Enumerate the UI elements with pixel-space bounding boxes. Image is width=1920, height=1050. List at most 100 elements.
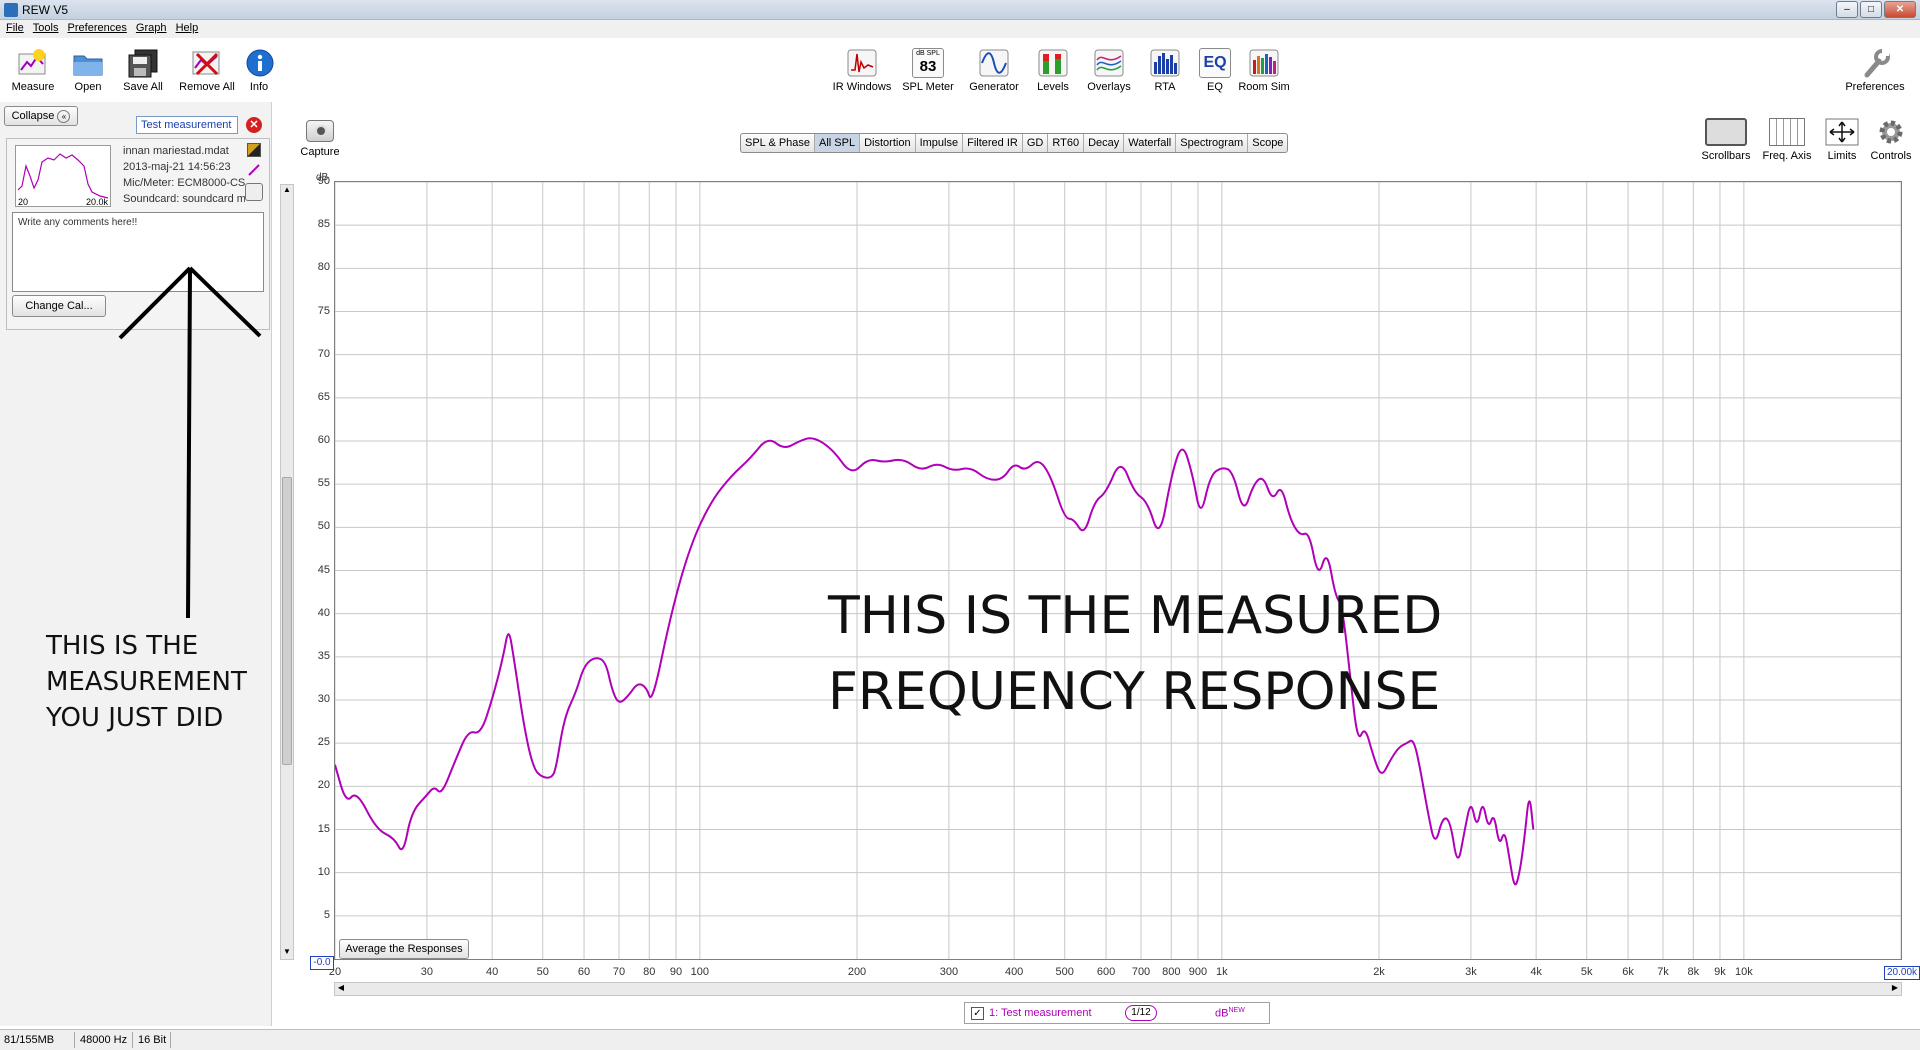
x-tick-label: 50 [536, 966, 549, 978]
tab-all-spl[interactable]: All SPL [815, 134, 861, 152]
scroll-right-icon[interactable]: ▶ [1889, 983, 1901, 995]
y-tick-label: 30 [317, 693, 330, 705]
freq-axis-button[interactable]: Freq. Axis [1758, 118, 1816, 162]
limits-button[interactable]: Limits [1822, 118, 1862, 162]
preferences-button[interactable]: Preferences [1842, 48, 1908, 93]
legend-series-name[interactable]: 1: Test measurement [989, 1007, 1092, 1019]
room-sim-button[interactable]: Room Sim [1238, 48, 1290, 93]
scroll-down-icon[interactable]: ▼ [281, 947, 293, 959]
tab-impulse[interactable]: Impulse [916, 134, 964, 152]
pen-icon[interactable] [247, 163, 261, 177]
menu-file[interactable]: File [3, 20, 27, 36]
spl-meter-icon: dB SPL 83 [912, 48, 944, 78]
graph-tabs: SPL & Phase All SPL Distortion Impulse F… [740, 133, 1289, 153]
y-tick-label: 50 [317, 520, 330, 533]
x-tick-label: 60 [577, 966, 591, 978]
y-tick-label: 85 [317, 218, 330, 231]
spl-meter-button[interactable]: dB SPL 83 SPL Meter [900, 48, 956, 93]
tab-distortion[interactable]: Distortion [860, 134, 916, 152]
info-button[interactable]: Info [244, 48, 274, 93]
y-tick-label: 80 [317, 261, 330, 274]
eq-button[interactable]: EQ EQ [1198, 48, 1232, 93]
tab-scope[interactable]: Scope [1248, 134, 1287, 152]
tab-spectrogram[interactable]: Spectrogram [1176, 134, 1249, 152]
change-cal-button[interactable]: Change Cal... [12, 295, 106, 317]
y-tick-label: 55 [317, 477, 330, 490]
status-memory: 81/155MB [4, 1034, 55, 1046]
close-button[interactable]: ✕ [1884, 1, 1916, 18]
measurement-mic: Mic/Meter: ECM8000-CS.cal [123, 177, 245, 189]
generator-button[interactable]: Generator [966, 48, 1022, 93]
vertical-scrollbar[interactable]: ▲ ▼ [280, 184, 294, 960]
tab-filtered-ir[interactable]: Filtered IR [963, 134, 1023, 152]
spl-graph-canvas [335, 182, 1901, 959]
window-title: REW V5 [22, 3, 69, 17]
x-tick-label: 30 [420, 966, 434, 978]
ir-windows-button[interactable]: IR Windows [832, 48, 892, 93]
x-tick-label: 400 [1004, 966, 1024, 978]
ir-windows-icon [846, 48, 878, 78]
menu-graph[interactable]: Graph [133, 20, 170, 36]
y-tick-label: 40 [317, 606, 330, 619]
menu-tools[interactable]: Tools [30, 20, 62, 36]
menu-preferences[interactable]: Preferences [65, 20, 130, 36]
main-toolbar: Measure Open Save All Remove All Info IR… [0, 38, 1920, 102]
collapse-button[interactable]: Collapse « [4, 106, 78, 126]
measurement-file: innan mariestad.mdat [123, 145, 229, 157]
minimize-button[interactable]: – [1836, 1, 1858, 18]
x-tick-label: 600 [1096, 966, 1116, 978]
measure-button[interactable]: Measure [8, 48, 58, 93]
annotation-left: THIS IS THE MEASUREMENT YOU JUST DID [46, 631, 247, 733]
wrench-icon [1859, 48, 1891, 78]
legend-smoothing[interactable]: 1/12 [1125, 1005, 1157, 1021]
x-tick-label: 200 [847, 966, 867, 978]
x-start-readout[interactable]: -0.0 [310, 956, 334, 970]
delete-measurement-icon[interactable]: ✕ [246, 117, 262, 133]
levels-button[interactable]: Levels [1032, 48, 1074, 93]
tab-rt60[interactable]: RT60 [1048, 134, 1085, 152]
capture-button[interactable]: Capture [298, 120, 342, 158]
scroll-up-icon[interactable]: ▲ [281, 185, 293, 197]
scroll-thumb[interactable] [282, 477, 292, 765]
camera-icon [306, 120, 334, 142]
horizontal-scrollbar[interactable]: ◀ ▶ [334, 982, 1902, 996]
tab-spl-phase[interactable]: SPL & Phase [741, 134, 816, 152]
x-tick-label: 5k [1580, 966, 1593, 978]
save-icon [127, 48, 159, 78]
x-tick-label: 4k [1530, 966, 1542, 978]
save-all-button[interactable]: Save All [118, 48, 168, 93]
average-responses-button[interactable]: Average the Responses [339, 939, 469, 959]
color-icon[interactable] [247, 143, 261, 157]
eq-icon: EQ [1199, 48, 1231, 78]
tab-gd[interactable]: GD [1023, 134, 1049, 152]
calibration-icon[interactable] [245, 183, 263, 201]
scrollbars-button[interactable]: Scrollbars [1698, 118, 1754, 162]
measurement-thumbnail[interactable]: 20 20.0k [15, 145, 111, 207]
annotation-graph: THIS IS THE MEASURED FREQUENCY RESPONSE [828, 586, 1443, 722]
y-tick-label: 75 [317, 304, 330, 317]
measurement-name-field[interactable]: Test measurement [136, 116, 238, 134]
overlays-icon [1093, 48, 1125, 78]
menu-help[interactable]: Help [173, 20, 202, 36]
remove-all-button[interactable]: Remove All [176, 48, 238, 93]
overlays-button[interactable]: Overlays [1084, 48, 1134, 93]
status-bit-depth: 16 Bit [138, 1034, 167, 1046]
scroll-left-icon[interactable]: ◀ [335, 983, 347, 995]
x-tick-label: 8k [1687, 966, 1700, 978]
x-tick-label: 500 [1055, 966, 1074, 978]
maximize-button[interactable]: □ [1860, 1, 1882, 18]
controls-button[interactable]: Controls [1866, 118, 1916, 162]
tab-waterfall[interactable]: Waterfall [1124, 134, 1177, 152]
tab-decay[interactable]: Decay [1084, 134, 1125, 152]
open-button[interactable]: Open [68, 48, 108, 93]
room-sim-icon [1248, 48, 1280, 78]
legend-checkbox[interactable]: ✓ [971, 1007, 984, 1020]
x-tick-label: 1k [1216, 966, 1228, 978]
x-tick-label: 6k [1622, 966, 1634, 978]
rta-button[interactable]: RTA [1148, 48, 1182, 93]
spl-graph[interactable]: Average the Responses [334, 181, 1902, 960]
generator-icon [978, 48, 1010, 78]
x-end-readout[interactable]: 20.00k [1884, 966, 1920, 980]
folder-icon [72, 48, 104, 78]
measure-icon [17, 48, 49, 78]
